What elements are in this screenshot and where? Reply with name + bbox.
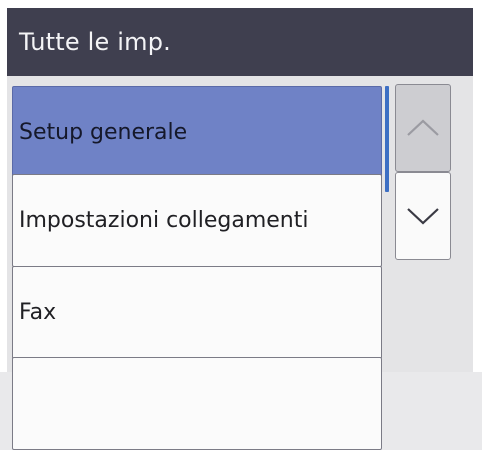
screen: Tutte le imp. Setup generale Impostazion… — [0, 0, 482, 450]
menu-item-next[interactable] — [12, 357, 382, 450]
menu-item-impostazioni-collegamenti[interactable]: Impostazioni collegamenti — [12, 174, 382, 267]
scrollbar[interactable] — [385, 86, 389, 192]
scroll-down-button[interactable] — [395, 172, 451, 260]
page-title: Tutte le imp. — [19, 28, 172, 56]
menu-item-label: Setup generale — [19, 120, 188, 145]
chevron-up-icon — [407, 119, 439, 136]
title-bar: Tutte le imp. — [7, 8, 473, 76]
scroll-up-button[interactable] — [395, 84, 451, 172]
menu-item-label: Impostazioni collegamenti — [19, 208, 309, 233]
chevron-down-icon — [407, 208, 439, 225]
menu-item-fax[interactable]: Fax — [12, 266, 382, 359]
menu-item-setup-generale[interactable]: Setup generale — [12, 86, 382, 179]
menu-item-label: Fax — [19, 300, 57, 325]
scroll-thumb[interactable] — [385, 86, 389, 192]
settings-list: Setup generale Impostazioni collegamenti… — [7, 76, 473, 450]
